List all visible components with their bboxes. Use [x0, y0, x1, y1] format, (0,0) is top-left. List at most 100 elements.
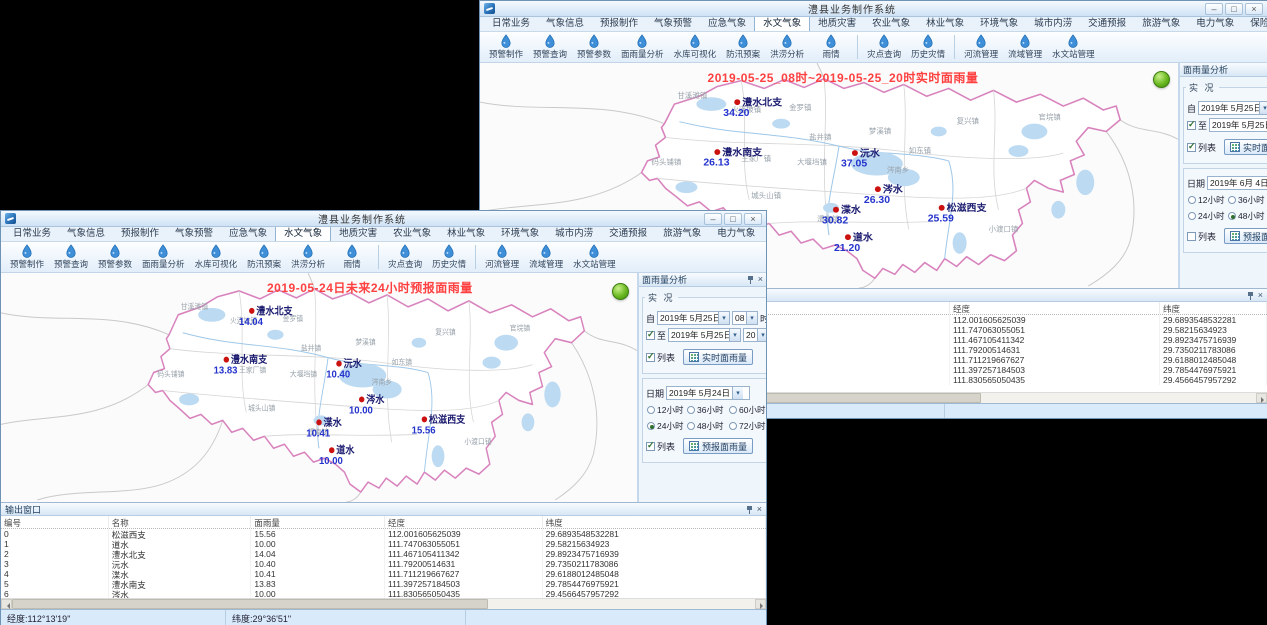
- title-bar[interactable]: 澧县业务制作系统 – □ ×: [1, 211, 766, 227]
- toolbar-button[interactable]: 预警制作: [484, 33, 528, 62]
- menu-tab[interactable]: 农业气象: [864, 17, 918, 31]
- menu-tab[interactable]: 城市内涝: [1026, 17, 1080, 31]
- forecast-span-radio[interactable]: 72小时: [729, 420, 766, 432]
- forecast-rainfall-button[interactable]: 预报面雨量: [1224, 228, 1267, 244]
- forecast-span-radio[interactable]: 24小时: [647, 420, 685, 432]
- forecast-span-radio[interactable]: 24小时: [1188, 210, 1226, 222]
- forecast-span-radio[interactable]: 36小时: [687, 404, 727, 416]
- toolbar-button[interactable]: 洪涝分析: [765, 33, 809, 62]
- table-row[interactable]: 4渫水10.41111.71121966762729.6188012485048: [1, 569, 766, 579]
- toolbar-button[interactable]: 雨情: [809, 33, 853, 62]
- list-checkbox[interactable]: [1187, 232, 1196, 241]
- panel-close-icon[interactable]: ×: [757, 505, 762, 514]
- table-row[interactable]: 0松滋西支15.56112.00160562503929.68935485322…: [1, 529, 766, 539]
- table-row[interactable]: 6涔水10.00111.83056505043529.4566457957292: [1, 589, 766, 598]
- from-date-select[interactable]: 2019年 5月25日: [1198, 101, 1267, 115]
- forecast-rainfall-button[interactable]: 预报面雨量: [683, 438, 753, 454]
- menu-tab[interactable]: 交通预报: [1080, 17, 1134, 31]
- menu-tab[interactable]: 日常业务: [5, 227, 59, 241]
- menu-tab[interactable]: 旅游气象: [1134, 17, 1188, 31]
- list-checkbox[interactable]: [646, 442, 655, 451]
- menu-tab[interactable]: 气象预警: [646, 17, 700, 31]
- map-action-button[interactable]: [612, 283, 629, 300]
- minimize-button[interactable]: –: [704, 213, 722, 225]
- from-hour-select[interactable]: 08: [732, 311, 758, 325]
- toolbar-button[interactable]: 水库可视化: [669, 33, 722, 62]
- list-checkbox[interactable]: [1187, 143, 1196, 152]
- toolbar-button[interactable]: 水文站管理: [1047, 33, 1100, 62]
- toolbar-button[interactable]: 河流管理: [959, 33, 1003, 62]
- pin-icon[interactable]: [747, 275, 755, 284]
- menu-tab[interactable]: 林业气象: [918, 17, 972, 31]
- menu-tab[interactable]: 气象信息: [538, 17, 592, 31]
- menu-tab[interactable]: 气象预警: [167, 227, 221, 241]
- toolbar-button[interactable]: 预警参数: [93, 243, 137, 272]
- live-rainfall-button[interactable]: 实时面雨量: [1224, 139, 1267, 155]
- list-checkbox[interactable]: [646, 353, 655, 362]
- menu-tab[interactable]: 环境气象: [493, 227, 547, 241]
- toolbar-button[interactable]: 水文站管理: [568, 243, 621, 272]
- to-hour-select[interactable]: 20: [743, 328, 766, 342]
- table-row[interactable]: 3沅水10.40111.7920051463129.7350211783086: [1, 559, 766, 569]
- toolbar-button[interactable]: 防汛预案: [721, 33, 765, 62]
- toolbar-button[interactable]: 流域管理: [1003, 33, 1047, 62]
- menu-tab[interactable]: 交通预报: [601, 227, 655, 241]
- toolbar-button[interactable]: 历史灾情: [906, 33, 950, 62]
- close-button[interactable]: ×: [1245, 3, 1263, 15]
- menu-tab[interactable]: 气象信息: [59, 227, 113, 241]
- toolbar-button[interactable]: 预警查询: [49, 243, 93, 272]
- forecast-span-radio[interactable]: 36小时: [1228, 194, 1267, 206]
- to-checkbox[interactable]: [1187, 121, 1196, 130]
- menu-tab[interactable]: 水文气象: [275, 227, 331, 241]
- toolbar-button[interactable]: 水库可视化: [190, 243, 243, 272]
- pin-icon[interactable]: [1247, 291, 1255, 300]
- map-action-button[interactable]: [1153, 71, 1170, 88]
- scrollbar-thumb[interactable]: [12, 599, 488, 609]
- toolbar-button[interactable]: 河流管理: [480, 243, 524, 272]
- table-row[interactable]: 2澧水北支14.04111.46710541134229.89234757169…: [1, 549, 766, 559]
- to-date-select[interactable]: 2019年 5月25日: [668, 328, 741, 342]
- maximize-button[interactable]: □: [1225, 3, 1243, 15]
- menu-tab[interactable]: 电力气象: [709, 227, 763, 241]
- forecast-span-radio[interactable]: 12小时: [1188, 194, 1226, 206]
- toolbar-button[interactable]: 流域管理: [524, 243, 568, 272]
- toolbar-button[interactable]: 预警参数: [572, 33, 616, 62]
- table-row[interactable]: 5澧水南支13.83111.39725718450329.78544769759…: [1, 579, 766, 589]
- scroll-left-icon[interactable]: [1, 599, 12, 609]
- to-checkbox[interactable]: [646, 331, 655, 340]
- pin-icon[interactable]: [746, 505, 754, 514]
- map-canvas[interactable]: 甘溪滩镇火连坡镇金罗镇码头铺镇王家厂镇盐井镇大堰垱镇梦溪镇涔南乡复兴镇官垸镇如东…: [1, 273, 637, 502]
- toolbar-button[interactable]: 面雨量分析: [616, 33, 669, 62]
- table-row[interactable]: 1道水10.00111.74706305505129.58215634923: [1, 539, 766, 549]
- toolbar-button[interactable]: 灾点查询: [383, 243, 427, 272]
- menu-tab[interactable]: 保险气象: [763, 227, 766, 241]
- toolbar-button[interactable]: 灾点查询: [862, 33, 906, 62]
- menu-tab[interactable]: 应急气象: [221, 227, 275, 241]
- panel-close-icon[interactable]: ×: [758, 275, 763, 284]
- menu-tab[interactable]: 保险气象: [1242, 17, 1267, 31]
- menu-tab[interactable]: 日常业务: [484, 17, 538, 31]
- menu-tab[interactable]: 地质灾害: [810, 17, 864, 31]
- map-area[interactable]: 甘溪滩镇火连坡镇金罗镇码头铺镇王家厂镇盐井镇大堰垱镇梦溪镇涔南乡复兴镇官垸镇如东…: [1, 273, 639, 502]
- toolbar-button[interactable]: 雨情: [330, 243, 374, 272]
- toolbar-button[interactable]: 洪涝分析: [286, 243, 330, 272]
- toolbar-button[interactable]: 历史灾情: [427, 243, 471, 272]
- forecast-span-radio[interactable]: 60小时: [729, 404, 766, 416]
- toolbar-button[interactable]: 预警制作: [5, 243, 49, 272]
- forecast-span-radio[interactable]: 48小时: [687, 420, 727, 432]
- menu-tab[interactable]: 林业气象: [439, 227, 493, 241]
- menu-tab[interactable]: 应急气象: [700, 17, 754, 31]
- menu-tab[interactable]: 农业气象: [385, 227, 439, 241]
- to-date-select[interactable]: 2019年 5月25日: [1209, 118, 1267, 132]
- from-date-select[interactable]: 2019年 5月25日: [657, 311, 730, 325]
- menu-tab[interactable]: 环境气象: [972, 17, 1026, 31]
- menu-tab[interactable]: 水文气象: [754, 17, 810, 31]
- scroll-right-icon[interactable]: [755, 599, 766, 609]
- panel-close-icon[interactable]: ×: [1258, 291, 1263, 300]
- title-bar[interactable]: 澧县业务制作系统 – □ ×: [480, 1, 1267, 17]
- toolbar-button[interactable]: 面雨量分析: [137, 243, 190, 272]
- forecast-date-select[interactable]: 2019年 5月24日: [666, 386, 750, 400]
- menu-tab[interactable]: 预报制作: [113, 227, 167, 241]
- close-button[interactable]: ×: [744, 213, 762, 225]
- menu-tab[interactable]: 城市内涝: [547, 227, 601, 241]
